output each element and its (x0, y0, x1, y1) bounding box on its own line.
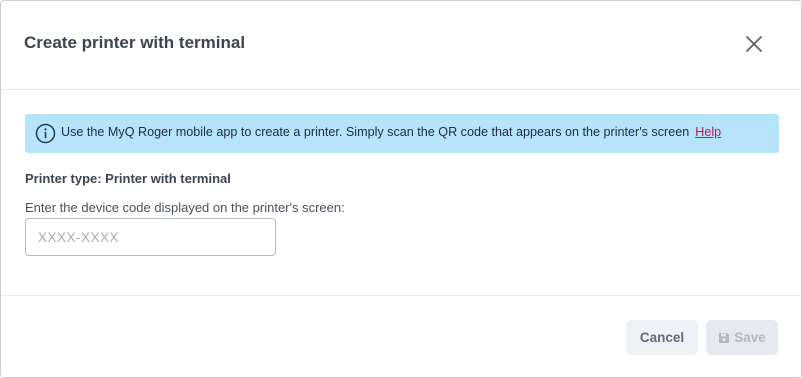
device-code-label: Enter the device code displayed on the p… (25, 200, 345, 215)
help-link[interactable]: Help (695, 125, 721, 139)
dialog-title: Create printer with terminal (24, 33, 246, 52)
info-message: Use the MyQ Roger mobile app to create a… (61, 125, 721, 139)
dialog-header: Create printer with terminal (1, 1, 801, 90)
floppy-disk-icon (719, 332, 730, 343)
close-button[interactable] (741, 31, 767, 57)
info-banner: Use the MyQ Roger mobile app to create a… (25, 114, 779, 153)
dialog-footer: Cancel Save (1, 295, 801, 378)
save-button-label: Save (734, 330, 766, 345)
device-code-input[interactable] (25, 218, 276, 256)
cancel-button-label: Cancel (639, 330, 685, 345)
info-message-text: Use the MyQ Roger mobile app to create a… (61, 125, 690, 139)
save-button[interactable]: Save (706, 320, 778, 355)
printer-type-label: Printer type: Printer with terminal (25, 171, 231, 186)
close-icon (746, 36, 762, 52)
create-printer-dialog: Create printer with terminal Use the MyQ… (0, 0, 802, 378)
info-circle-icon (35, 123, 56, 144)
cancel-button[interactable]: Cancel (626, 320, 698, 355)
